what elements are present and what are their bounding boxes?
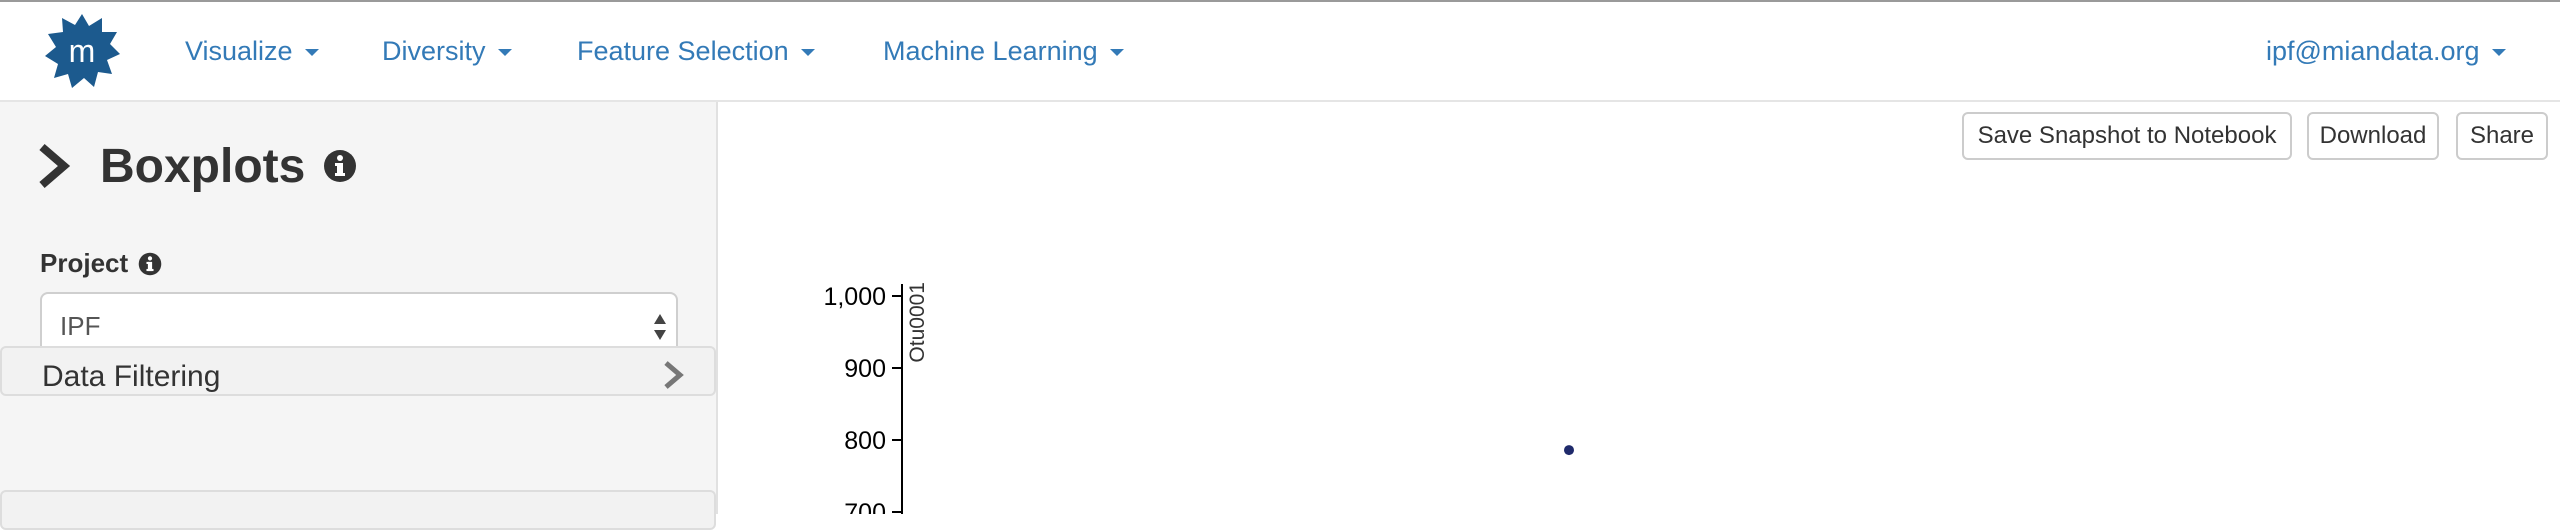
y-tick-label: 1,000 (823, 283, 886, 311)
data-point (1564, 445, 1574, 456)
chevron-down-icon (2491, 49, 2506, 57)
project-label: Project (40, 248, 162, 279)
nav-visualize-dropdown[interactable]: Visualize (185, 36, 319, 67)
chevron-down-icon (800, 49, 815, 57)
logo-letter: m (69, 33, 96, 69)
info-icon[interactable] (323, 149, 357, 183)
download-button[interactable]: Download (2307, 112, 2439, 160)
top-navbar: m Visualize Diversity Feature Selection … (0, 0, 2560, 102)
nav-machine-learning-label: Machine Learning (883, 36, 1098, 66)
chevron-down-icon (304, 49, 319, 57)
page-title: Boxplots (100, 139, 306, 193)
chevron-down-icon (1109, 49, 1124, 57)
nav-feature-selection-label: Feature Selection (577, 36, 789, 66)
sidebar: Boxplots Project IPF Data Filtering (0, 102, 718, 530)
boxplot-chart: Otu0001 1,000 900 800 700 (823, 282, 1574, 514)
save-snapshot-button[interactable]: Save Snapshot to Notebook (1962, 112, 2292, 160)
nav-feature-selection-dropdown[interactable]: Feature Selection (577, 36, 815, 67)
project-select-value: IPF (60, 311, 101, 341)
project-label-text: Project (40, 248, 129, 278)
info-icon[interactable] (138, 252, 162, 276)
share-button[interactable]: Share (2456, 112, 2548, 160)
nav-diversity-dropdown[interactable]: Diversity (382, 36, 512, 67)
select-arrows-icon (654, 314, 666, 340)
share-label: Share (2469, 122, 2535, 149)
collapsed-panel[interactable] (0, 490, 716, 530)
chevron-right-icon (664, 361, 684, 389)
data-filtering-panel[interactable]: Data Filtering (0, 346, 716, 396)
nav-visualize-label: Visualize (185, 36, 293, 66)
chevron-down-icon (497, 49, 512, 57)
nav-diversity-label: Diversity (382, 36, 486, 66)
sidebar-header: Boxplots (36, 136, 357, 196)
chevron-right-icon[interactable] (36, 143, 72, 189)
nav-machine-learning-dropdown[interactable]: Machine Learning (883, 36, 1124, 67)
y-tick-label: 900 (844, 355, 886, 383)
download-label: Download (2319, 122, 2427, 149)
y-axis-label: Otu0001 (906, 282, 929, 363)
data-filtering-title: Data Filtering (42, 360, 221, 393)
mian-logo-icon[interactable]: m (42, 12, 122, 92)
user-email: ipf@miandata.org (2266, 36, 2480, 66)
y-tick-label: 700 (844, 499, 886, 514)
save-snapshot-label: Save Snapshot to Notebook (1977, 122, 2277, 149)
y-tick-label: 800 (844, 427, 886, 455)
user-account-dropdown[interactable]: ipf@miandata.org (2266, 36, 2506, 67)
